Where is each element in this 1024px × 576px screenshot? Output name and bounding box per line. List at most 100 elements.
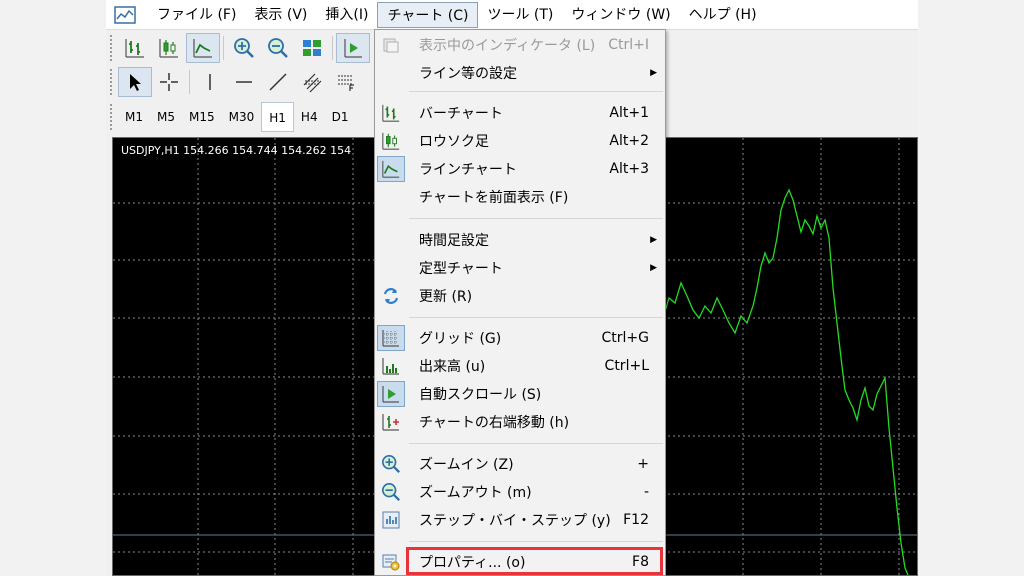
menu-item-shortcut: Ctrl+G (601, 330, 650, 346)
zoom-out-button[interactable] (261, 33, 295, 63)
candlestick-icon (377, 128, 405, 154)
bar-chart-button[interactable] (118, 33, 152, 63)
line-chart-button[interactable] (186, 33, 220, 63)
charts-menu-dropdown: 表示中のインディケータ (L) Ctrl+I ライン等の設定 ▶ バーチャート … (374, 29, 666, 576)
zoom-in-icon (377, 451, 405, 477)
menu-item-grid[interactable]: グリッド (G) Ctrl+G (375, 325, 665, 351)
menu-item-shortcut: Alt+3 (609, 161, 649, 177)
menu-item-step-by-step[interactable]: ステップ・バイ・ステップ (y) F12 (375, 507, 665, 533)
menu-item-volumes[interactable]: 出来高 (u) Ctrl+L (375, 353, 665, 379)
menu-item-periodicity[interactable]: 時間足設定 ▶ (375, 227, 665, 253)
menu-window[interactable]: ウィンドウ (W) (562, 2, 679, 28)
trendline-button[interactable] (261, 67, 295, 97)
menu-item-zoom-in[interactable]: ズームイン (Z) + (375, 451, 665, 477)
menu-item-zoom-out[interactable]: ズームアウト (m) - (375, 479, 665, 505)
timeframe-m30[interactable]: M30 (222, 102, 262, 132)
trendline-icon (269, 73, 287, 91)
menu-item-auto-scroll[interactable]: 自動スクロール (S) (375, 381, 665, 407)
menu-charts[interactable]: チャート (C) (377, 1, 479, 28)
fibonacci-icon (338, 75, 354, 91)
submenu-arrow-icon: ▶ (650, 68, 657, 78)
menu-separator (409, 91, 663, 92)
menu-item-shortcut: Ctrl+I (608, 37, 649, 53)
menu-item-line-chart[interactable]: ラインチャート Alt+3 (375, 156, 665, 182)
chart-toolbar (106, 31, 370, 65)
timeframe-h1[interactable]: H1 (261, 102, 294, 132)
menu-item-shortcut: Alt+1 (609, 105, 649, 121)
toolbar-grip[interactable] (110, 69, 114, 95)
auto-scroll-icon (344, 39, 362, 58)
menu-item-label: グリッド (G) (419, 331, 502, 347)
horizontal-line-button[interactable] (227, 67, 261, 97)
menu-item-label: 表示中のインディケータ (L) (419, 38, 596, 54)
menu-separator (409, 218, 663, 219)
line-chart-icon (193, 39, 212, 58)
price-line (662, 188, 909, 575)
menu-separator (409, 443, 663, 444)
submenu-arrow-icon: ▶ (650, 263, 657, 273)
toolbar-separator (223, 36, 224, 60)
menu-item-refresh[interactable]: 更新 (R) (375, 283, 665, 309)
menu-separator (409, 317, 663, 318)
menu-item-label: 出来高 (u) (419, 359, 486, 375)
menu-item-label: 更新 (R) (419, 289, 473, 305)
menu-view[interactable]: 表示 (V) (245, 2, 316, 28)
fibonacci-button[interactable] (329, 67, 363, 97)
menu-item-indicators-list[interactable]: 表示中のインディケータ (L) Ctrl+I (375, 32, 665, 58)
menu-item-label: ライン等の設定 (419, 66, 517, 82)
vertical-line-button[interactable] (193, 67, 227, 97)
menu-item-shortcut: Ctrl+L (604, 358, 649, 374)
equidistant-channel-button[interactable] (295, 67, 329, 97)
menu-item-label: ズームアウト (m) (419, 485, 532, 501)
tile-windows-button[interactable] (295, 33, 329, 63)
menu-item-template[interactable]: 定型チャート ▶ (375, 255, 665, 281)
chart-symbol-label: USDJPY,H1 154.266 154.744 154.262 154 (121, 144, 352, 157)
menu-item-label: チャートを前面表示 (F) (419, 190, 569, 206)
properties-highlight-box (406, 547, 663, 575)
timeframe-m15[interactable]: M15 (182, 102, 222, 132)
menu-item-label: 定型チャート (419, 261, 503, 277)
crosshair-icon (160, 73, 178, 91)
app-icon[interactable] (112, 4, 138, 26)
crosshair-button[interactable] (152, 67, 186, 97)
equidistant-channel-icon (303, 73, 322, 93)
menu-item-bar-chart[interactable]: バーチャート Alt+1 (375, 100, 665, 126)
menu-item-label: チャートの右端移動 (h) (419, 415, 570, 431)
toolbar-grip[interactable] (110, 104, 114, 130)
vertical-line-icon (209, 74, 211, 90)
zoom-out-icon (377, 479, 405, 505)
menu-separator (409, 541, 663, 542)
menu-item-chart-shift[interactable]: チャートの右端移動 (h) (375, 409, 665, 435)
menu-help[interactable]: ヘルプ (H) (680, 2, 766, 28)
indicators-icon (377, 32, 405, 58)
menu-item-label: ズームイン (Z) (419, 457, 514, 473)
zoom-in-button[interactable] (227, 33, 261, 63)
candlestick-button[interactable] (152, 33, 186, 63)
menu-item-label: ラインチャート (419, 162, 517, 178)
menu-file[interactable]: ファイル (F) (148, 2, 245, 28)
menu-insert[interactable]: 挿入(I) (316, 2, 377, 28)
line-chart-icon (377, 156, 405, 182)
chart-shift-icon (377, 409, 405, 435)
cursor-button[interactable] (118, 67, 152, 97)
timeframe-m1[interactable]: M1 (118, 102, 150, 132)
menu-item-line-settings[interactable]: ライン等の設定 ▶ (375, 60, 665, 86)
menu-item-shortcut: Alt+2 (609, 133, 649, 149)
timeframe-h4[interactable]: H4 (294, 102, 325, 132)
menu-item-foreground-chart[interactable]: チャートを前面表示 (F) (375, 184, 665, 210)
toolbar-grip[interactable] (110, 35, 114, 61)
auto-scroll-button[interactable] (336, 33, 370, 63)
menu-tools[interactable]: ツール (T) (478, 2, 562, 28)
timeframe-d1[interactable]: D1 (325, 102, 356, 132)
menu-item-label: 自動スクロール (S) (419, 387, 542, 403)
bar-chart-icon (377, 100, 405, 126)
candlestick-icon (159, 39, 178, 58)
menu-item-label: ステップ・バイ・ステップ (y) (419, 513, 611, 529)
menu-item-candlesticks[interactable]: ロウソク足 Alt+2 (375, 128, 665, 154)
grid-icon (377, 325, 405, 351)
properties-icon (377, 549, 405, 575)
volume-icon (377, 353, 405, 379)
timeframe-m5[interactable]: M5 (150, 102, 182, 132)
toolbar-separator (332, 36, 333, 60)
cursor-icon (130, 74, 141, 91)
